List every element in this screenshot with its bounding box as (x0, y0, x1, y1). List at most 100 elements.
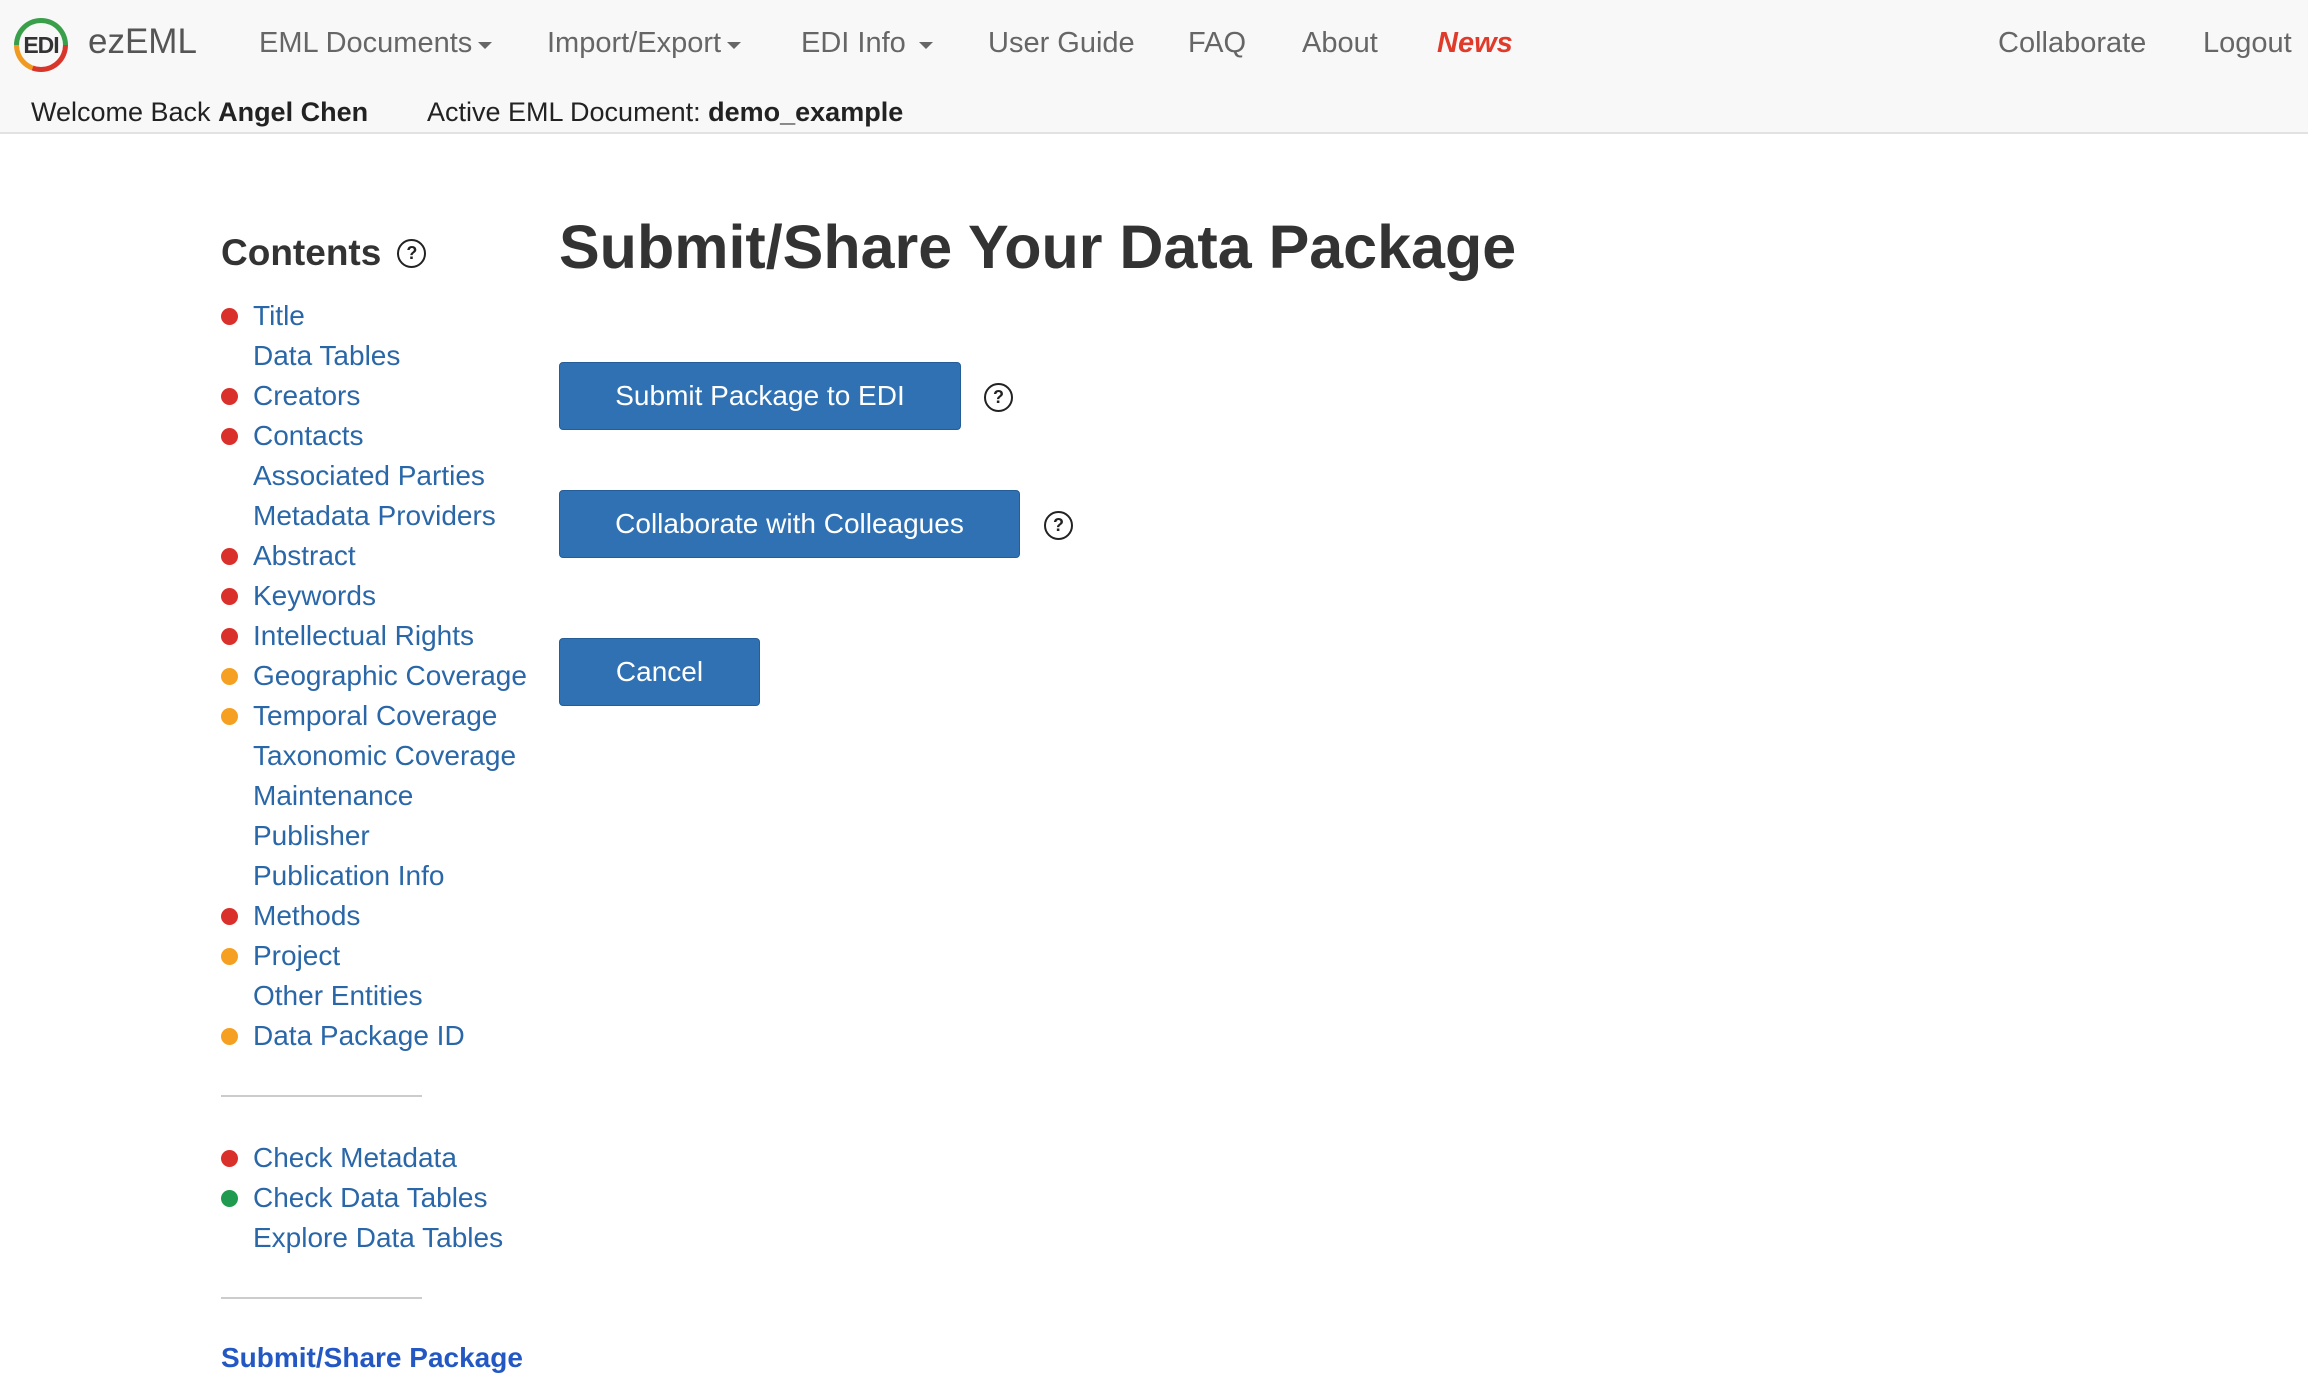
sidebar-item-label[interactable]: Methods (253, 900, 360, 932)
nav-import-export[interactable]: Import/Export (547, 27, 742, 60)
sidebar-item-data-tables[interactable]: Data Tables (221, 336, 527, 376)
contents-list: Title Data Tables Creators Contacts Associat… (221, 296, 527, 1056)
nav-edi-info[interactable]: EDI Info (801, 27, 933, 60)
sidebar-item-label[interactable]: Title (253, 300, 305, 332)
status-dot-empty (221, 468, 238, 485)
sidebar-item-intellectual-rights[interactable]: Intellectual Rights (221, 616, 527, 656)
sidebar-item-label[interactable]: Check Metadata (253, 1142, 457, 1174)
cancel-button[interactable]: Cancel (559, 638, 760, 706)
logo-text: EDI (19, 23, 63, 67)
sidebar-item-methods[interactable]: Methods (221, 896, 527, 936)
status-dot-empty (221, 828, 238, 845)
nav-eml-documents[interactable]: EML Documents (259, 27, 493, 60)
sidebar-divider (221, 1297, 422, 1299)
status-dot-red (221, 387, 238, 405)
nav-eml-documents-label: EML Documents (259, 27, 473, 59)
sidebar-item-label[interactable]: Explore Data Tables (253, 1222, 503, 1254)
sidebar-item-data-package-id[interactable]: Data Package ID (221, 1016, 527, 1056)
help-icon[interactable]: ? (397, 238, 427, 268)
status-dot-orange (221, 667, 238, 685)
status-dot-empty (221, 788, 238, 805)
page-title: Submit/Share Your Data Package (559, 213, 1517, 281)
welcome-message: Welcome Back Angel Chen (31, 97, 368, 128)
sidebar-item-project[interactable]: Project (221, 936, 527, 976)
sidebar-item-label[interactable]: Check Data Tables (253, 1182, 488, 1214)
submit-package-button[interactable]: Submit Package to EDI (559, 362, 961, 430)
status-dot-empty (221, 508, 238, 525)
brand-name[interactable]: ezEML (88, 22, 197, 62)
sidebar-item-label[interactable]: Contacts (253, 420, 364, 452)
sidebar-item-publisher[interactable]: Publisher (221, 816, 527, 856)
sidebar-item-maintenance[interactable]: Maintenance (221, 776, 527, 816)
sidebar-item-creators[interactable]: Creators (221, 376, 527, 416)
caret-down-icon (478, 42, 493, 49)
check-list: Check Metadata Check Data Tables Explore D… (221, 1138, 503, 1258)
status-dot-red (221, 1149, 238, 1167)
nav-user-guide[interactable]: User Guide (988, 27, 1135, 60)
sidebar-item-label[interactable]: Maintenance (253, 780, 413, 812)
sidebar-item-abstract[interactable]: Abstract (221, 536, 527, 576)
sidebar-item-taxonomic-coverage[interactable]: Taxonomic Coverage (221, 736, 527, 776)
nav-collaborate[interactable]: Collaborate (1998, 27, 2146, 60)
status-dot-red (221, 427, 238, 445)
sidebar-item-label[interactable]: Data Package ID (253, 1020, 465, 1052)
active-document-name: demo_example (708, 97, 904, 127)
active-document: Active EML Document: demo_example (427, 97, 903, 128)
user-name: Angel Chen (218, 97, 369, 127)
contents-heading-label: Contents (221, 232, 382, 273)
status-dot-red (221, 587, 238, 605)
sidebar-item-contacts[interactable]: Contacts (221, 416, 527, 456)
sidebar-item-title[interactable]: Title (221, 296, 527, 336)
sidebar-item-label[interactable]: Creators (253, 380, 360, 412)
status-dot-red (221, 547, 238, 565)
status-dot-orange (221, 947, 238, 965)
contents-heading: Contents ? (221, 232, 427, 274)
sidebar-item-explore-data-tables[interactable]: Explore Data Tables (221, 1218, 503, 1258)
nav-news[interactable]: News (1437, 27, 1513, 60)
edi-logo-icon[interactable]: EDI (14, 18, 68, 72)
sidebar-item-keywords[interactable]: Keywords (221, 576, 527, 616)
nav-about[interactable]: About (1302, 27, 1378, 60)
status-dot-empty (221, 748, 238, 765)
nav-edi-info-label: EDI Info (801, 27, 906, 59)
sidebar-divider (221, 1095, 422, 1097)
sidebar-item-geographic-coverage[interactable]: Geographic Coverage (221, 656, 527, 696)
collaborate-button[interactable]: Collaborate with Colleagues (559, 490, 1020, 558)
sidebar-item-label[interactable]: Geographic Coverage (253, 660, 527, 692)
sidebar-item-associated-parties[interactable]: Associated Parties (221, 456, 527, 496)
sidebar-item-label[interactable]: Metadata Providers (253, 500, 496, 532)
sidebar-item-label[interactable]: Other Entities (253, 980, 423, 1012)
nav-faq[interactable]: FAQ (1188, 27, 1246, 60)
sidebar-item-label[interactable]: Abstract (253, 540, 356, 572)
sidebar-item-other-entities[interactable]: Other Entities (221, 976, 527, 1016)
sidebar-item-temporal-coverage[interactable]: Temporal Coverage (221, 696, 527, 736)
help-icon[interactable]: ? (984, 383, 1013, 412)
sidebar-item-check-metadata[interactable]: Check Metadata (221, 1138, 503, 1178)
sidebar-item-label[interactable]: Taxonomic Coverage (253, 740, 516, 772)
status-dot-orange (221, 707, 238, 725)
sidebar-item-label[interactable]: Project (253, 940, 340, 972)
caret-down-icon (727, 42, 742, 49)
sidebar-item-label[interactable]: Intellectual Rights (253, 620, 474, 652)
sidebar-item-publication-info[interactable]: Publication Info (221, 856, 527, 896)
sidebar-item-metadata-providers[interactable]: Metadata Providers (221, 496, 527, 536)
sidebar-item-label[interactable]: Publication Info (253, 860, 444, 892)
sidebar-item-label[interactable]: Data Tables (253, 340, 400, 372)
sidebar-item-label[interactable]: Keywords (253, 580, 376, 612)
status-dot-empty (221, 1230, 238, 1247)
status-dot-red (221, 907, 238, 925)
caret-down-icon (918, 42, 933, 49)
status-dot-orange (221, 1027, 238, 1045)
sidebar-item-label[interactable]: Publisher (253, 820, 370, 852)
active-document-prefix: Active EML Document: (427, 97, 701, 127)
sidebar-item-submit-share-package[interactable]: Submit/Share Package (221, 1342, 523, 1374)
sidebar-item-label[interactable]: Temporal Coverage (253, 700, 497, 732)
status-dot-empty (221, 868, 238, 885)
sidebar-item-check-data-tables[interactable]: Check Data Tables (221, 1178, 503, 1218)
welcome-prefix: Welcome Back (31, 97, 211, 127)
nav-logout[interactable]: Logout (2203, 27, 2292, 60)
help-icon[interactable]: ? (1044, 511, 1073, 540)
status-dot-red (221, 307, 238, 325)
status-dot-empty (221, 988, 238, 1005)
sidebar-item-label[interactable]: Associated Parties (253, 460, 485, 492)
